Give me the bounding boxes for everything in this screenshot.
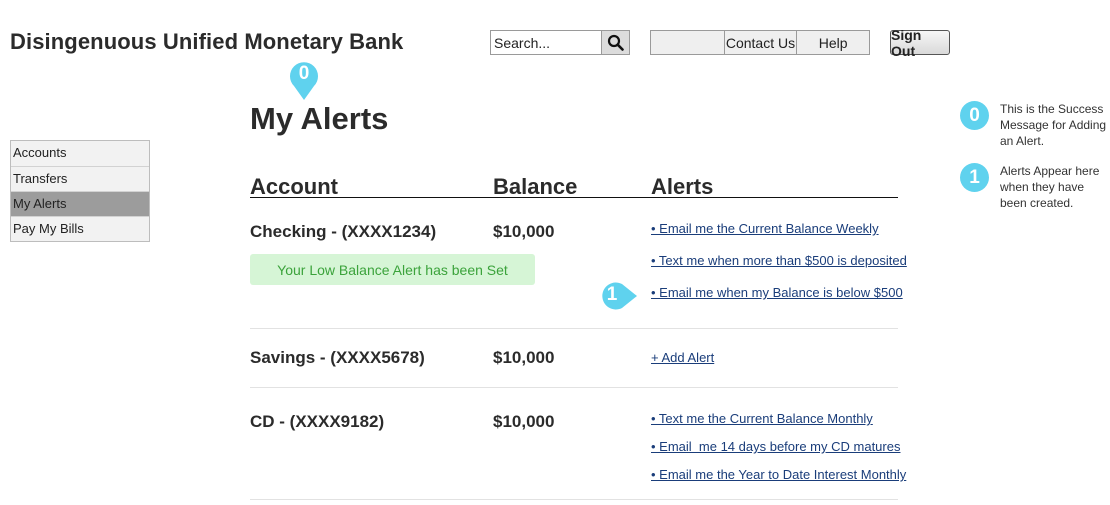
search-input[interactable] [491, 31, 601, 54]
annotation-marker-0-label: 0 [298, 63, 310, 84]
header-divider [250, 197, 898, 198]
row-divider [250, 499, 898, 500]
annotation-badge-1: 1 [960, 163, 989, 192]
sidebar-item-accounts[interactable]: Accounts [11, 141, 149, 166]
sidebar-item-pay-my-bills[interactable]: Pay My Bills [11, 216, 149, 241]
account-name-checking: Checking - (XXXX1234) [250, 222, 437, 241]
alert-link[interactable]: • Email me the Year to Date Interest Mon… [651, 467, 906, 482]
page-title: My Alerts [250, 101, 389, 136]
sidebar-item-my-alerts[interactable]: My Alerts [11, 191, 149, 216]
search-box [490, 30, 630, 55]
sign-out-button[interactable]: Sign Out [890, 27, 950, 59]
account-name-cd: CD - (XXXX9182) [250, 412, 385, 431]
account-balance-savings: $10,000 [493, 348, 555, 367]
sidebar-item-transfers[interactable]: Transfers [11, 166, 149, 191]
contact-us-link[interactable]: Contact Us [723, 31, 797, 54]
sidebar-nav: Accounts Transfers My Alerts Pay My Bill… [10, 140, 150, 242]
add-alert-link[interactable]: + Add Alert [651, 350, 714, 365]
annotation-note-1: Alerts Appear here when they have been c… [1000, 164, 1100, 210]
help-link[interactable]: Help [796, 31, 869, 54]
account-balance-cd: $10,000 [493, 412, 555, 431]
alert-link[interactable]: • Email me when my Balance is below $500 [651, 285, 903, 300]
row-divider [250, 387, 898, 388]
top-nav-blank [651, 31, 724, 54]
annotation-marker-1-label: 1 [606, 284, 618, 305]
alert-link[interactable]: • Text me the Current Balance Monthly [651, 411, 873, 426]
alert-link[interactable]: • Email me 14 days before my CD matures [651, 439, 900, 454]
search-icon [607, 34, 624, 51]
annotation-note-0: This is the Success Message for Adding a… [1000, 102, 1107, 148]
account-balance-checking: $10,000 [493, 222, 555, 241]
annotation-badge-0: 0 [960, 101, 989, 130]
top-nav: Contact Us Help [650, 30, 870, 55]
alert-link[interactable]: • Email me the Current Balance Weekly [651, 221, 879, 236]
bank-name: Disingenuous Unified Monetary Bank [10, 29, 404, 54]
account-name-savings: Savings - (XXXX5678) [250, 348, 425, 367]
row-divider [250, 328, 898, 329]
success-message: Your Low Balance Alert has been Set [250, 254, 535, 285]
search-button[interactable] [601, 31, 629, 54]
alert-link[interactable]: • Text me when more than $500 is deposit… [651, 253, 907, 268]
